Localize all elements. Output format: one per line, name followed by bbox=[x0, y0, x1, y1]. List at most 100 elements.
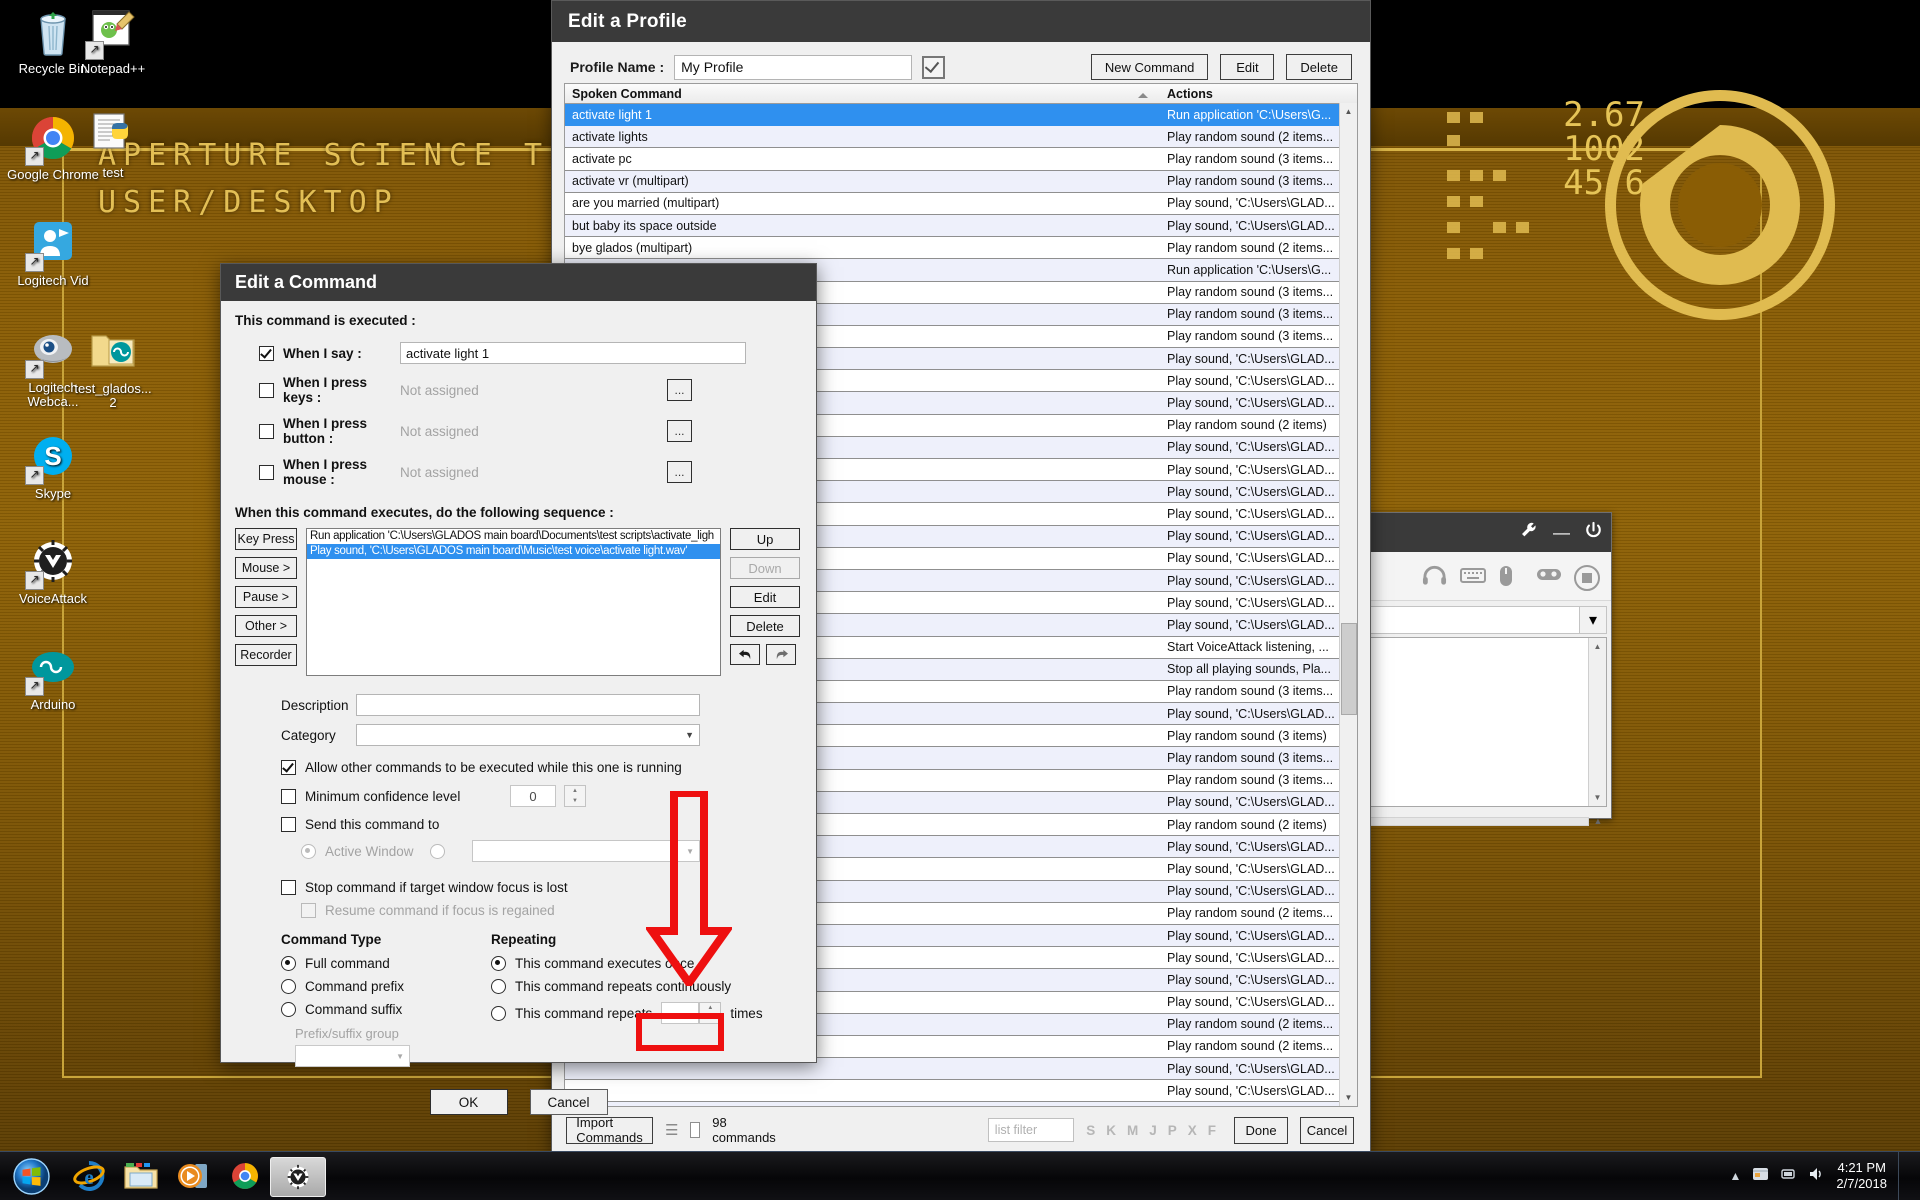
profile-cancel-button[interactable]: Cancel bbox=[1300, 1116, 1354, 1144]
filter-letter-p[interactable]: P bbox=[1168, 1123, 1177, 1138]
taskbar-clock[interactable]: 4:21 PM 2/7/2018 bbox=[1836, 1160, 1887, 1192]
when-i-say-input[interactable]: activate light 1 bbox=[400, 342, 746, 364]
table-row[interactable]: activate lights Play random sound (2 item… bbox=[565, 126, 1357, 149]
headset-icon[interactable] bbox=[1422, 565, 1449, 587]
min-confidence-row[interactable]: Minimum confidence level 0 ▲ ▼ bbox=[281, 785, 816, 807]
commands-list-scrollbar[interactable]: ▲ ▼ bbox=[1339, 103, 1357, 1106]
table-row[interactable]: activate vr (multipart) Play random sound… bbox=[565, 170, 1357, 193]
show-desktop-button[interactable] bbox=[1898, 1152, 1910, 1200]
when-i-press-mouse-browse-button[interactable]: ... bbox=[667, 461, 692, 483]
profile-apply-checkbox[interactable] bbox=[922, 55, 946, 79]
min-confidence-stepper[interactable]: ▲ ▼ bbox=[564, 785, 586, 807]
repeat-times-input[interactable] bbox=[661, 1002, 700, 1024]
profile-name-input[interactable]: My Profile bbox=[674, 54, 913, 80]
repeat-once-row[interactable]: This command executes once bbox=[491, 956, 763, 971]
taskbar-voiceattack[interactable] bbox=[270, 1157, 326, 1197]
repeat-times-stepper[interactable]: ▲ ▼ bbox=[699, 1002, 722, 1024]
repeat-times-radio[interactable] bbox=[491, 1005, 506, 1021]
list-filter-input[interactable]: list filter bbox=[987, 1118, 1075, 1142]
min-confidence-checkbox[interactable] bbox=[281, 788, 296, 804]
repeat-times-row[interactable]: This command repeats ▲ ▼ times bbox=[491, 1002, 763, 1024]
profile-done-button[interactable]: Done bbox=[1234, 1116, 1288, 1144]
taskbar-file-explorer[interactable] bbox=[114, 1157, 168, 1195]
sequence-item[interactable]: Run application 'C:\Users\GLADOS main bo… bbox=[307, 529, 720, 544]
footer-checkbox[interactable] bbox=[690, 1122, 701, 1138]
category-select[interactable]: ▼ bbox=[356, 724, 700, 746]
filter-letter-s[interactable]: S bbox=[1086, 1123, 1095, 1138]
power-icon[interactable] bbox=[1584, 521, 1603, 545]
column-header-actions[interactable]: Actions bbox=[1160, 87, 1357, 101]
delete-command-button[interactable]: Delete bbox=[1286, 54, 1352, 80]
table-row[interactable]: are you married (multipart) Play sound, '… bbox=[565, 193, 1357, 215]
command-type-prefix-row[interactable]: Command prefix bbox=[281, 979, 481, 994]
table-row[interactable]: bye glados (multipart) Play random sound … bbox=[565, 237, 1357, 260]
active-window-radio[interactable] bbox=[301, 843, 316, 859]
filter-letter-k[interactable]: K bbox=[1106, 1123, 1116, 1138]
edit-command-button[interactable]: Edit bbox=[1220, 54, 1275, 80]
table-row[interactable]: but baby its space outside Play sound, 'C… bbox=[565, 214, 1357, 238]
column-header-spoken-command[interactable]: Spoken Command bbox=[565, 87, 1160, 101]
start-button[interactable] bbox=[4, 1157, 58, 1195]
redo-icon[interactable] bbox=[766, 644, 796, 665]
allow-other-row[interactable]: Allow other commands to be executed whil… bbox=[281, 760, 816, 775]
sequence-edit-button[interactable]: Edit bbox=[730, 586, 800, 608]
command-type-suffix-row[interactable]: Command suffix bbox=[281, 1002, 481, 1017]
command-type-suffix-radio[interactable] bbox=[281, 1002, 296, 1017]
min-confidence-value[interactable]: 0 bbox=[510, 785, 556, 807]
desktop-icon-logitech-vid[interactable]: ↗ Logitech Vid bbox=[5, 218, 101, 288]
filter-letter-m[interactable]: M bbox=[1127, 1123, 1138, 1138]
sequence-up-button[interactable]: Up bbox=[730, 528, 800, 550]
stop-focus-checkbox[interactable] bbox=[281, 880, 296, 895]
description-input[interactable] bbox=[356, 694, 700, 716]
scrollbar-thumb[interactable] bbox=[1341, 623, 1357, 715]
command-type-full-radio[interactable] bbox=[281, 956, 296, 971]
prefix-suffix-select[interactable]: ▼ bbox=[295, 1045, 410, 1067]
send-command-checkbox[interactable] bbox=[281, 817, 296, 832]
filter-letter-x[interactable]: X bbox=[1188, 1123, 1197, 1138]
repeat-continuous-row[interactable]: This command repeats continuously bbox=[491, 979, 763, 994]
sequence-delete-button[interactable]: Delete bbox=[730, 615, 800, 637]
desktop-icon-notepadpp[interactable]: ↗ Notepad++ bbox=[65, 6, 161, 76]
filter-letter-f[interactable]: F bbox=[1208, 1123, 1216, 1138]
recorder-button[interactable]: Recorder bbox=[235, 644, 297, 666]
when-i-press-keys-checkbox[interactable] bbox=[259, 382, 274, 398]
scroll-up-icon[interactable]: ▲ bbox=[1589, 638, 1606, 655]
specific-window-radio[interactable] bbox=[430, 843, 445, 859]
table-row[interactable]: activate light 1 Run application 'C:\User… bbox=[565, 104, 1357, 127]
expand-up-icon[interactable]: ▲ bbox=[1589, 816, 1607, 826]
pause-button[interactable]: Pause > bbox=[235, 586, 297, 608]
mouse-button[interactable]: Mouse > bbox=[235, 557, 297, 579]
voiceattack-log-scrollbar[interactable]: ▲ ▼ bbox=[1588, 638, 1606, 806]
sequence-list[interactable]: Run application 'C:\Users\GLADOS main bo… bbox=[306, 528, 721, 676]
new-command-button[interactable]: New Command bbox=[1090, 54, 1209, 80]
taskbar-internet-explorer[interactable]: e bbox=[62, 1157, 116, 1195]
allow-other-checkbox[interactable] bbox=[281, 760, 296, 775]
taskbar-windows-media-player[interactable] bbox=[166, 1157, 220, 1195]
desktop-icon-test-glados2[interactable]: test_glados... 2 bbox=[65, 326, 161, 410]
repeat-once-radio[interactable] bbox=[491, 956, 506, 971]
wrench-icon[interactable] bbox=[1519, 520, 1539, 545]
voiceattack-log[interactable]: ▲ ▼ bbox=[1367, 637, 1607, 807]
ok-button[interactable]: OK bbox=[429, 1089, 508, 1115]
scroll-up-icon[interactable]: ▲ bbox=[1340, 103, 1357, 120]
target-window-select[interactable]: ▼ bbox=[472, 840, 700, 862]
key-press-button[interactable]: Key Press bbox=[235, 528, 297, 550]
tray-expand-icon[interactable]: ▲ bbox=[1730, 1169, 1742, 1183]
table-row[interactable]: activate pc Play random sound (3 items... bbox=[565, 148, 1357, 171]
command-type-prefix-radio[interactable] bbox=[281, 979, 296, 994]
minimize-icon[interactable]: — bbox=[1553, 524, 1570, 541]
gamepad-icon[interactable] bbox=[1536, 565, 1563, 587]
cancel-button[interactable]: Cancel bbox=[529, 1089, 608, 1115]
import-commands-button[interactable]: Import Commands bbox=[566, 1115, 654, 1145]
when-i-press-mouse-checkbox[interactable] bbox=[259, 464, 274, 480]
desktop-icon-skype[interactable]: S ↗ Skype bbox=[5, 431, 101, 501]
desktop-icon-arduino[interactable]: ↗ Arduino bbox=[5, 642, 101, 712]
tray-network-icon[interactable] bbox=[1780, 1166, 1797, 1187]
desktop-icon-voiceattack[interactable]: ↗ VoiceAttack bbox=[5, 536, 101, 606]
stop-focus-row[interactable]: Stop command if target window focus is l… bbox=[281, 880, 816, 895]
scroll-down-icon[interactable]: ▼ bbox=[1340, 1089, 1357, 1106]
tray-volume-icon[interactable] bbox=[1808, 1166, 1825, 1187]
when-i-press-button-checkbox[interactable] bbox=[259, 423, 274, 439]
desktop-icon-test[interactable]: test bbox=[65, 110, 161, 180]
list-view-icon[interactable]: ☰ bbox=[665, 1121, 678, 1139]
